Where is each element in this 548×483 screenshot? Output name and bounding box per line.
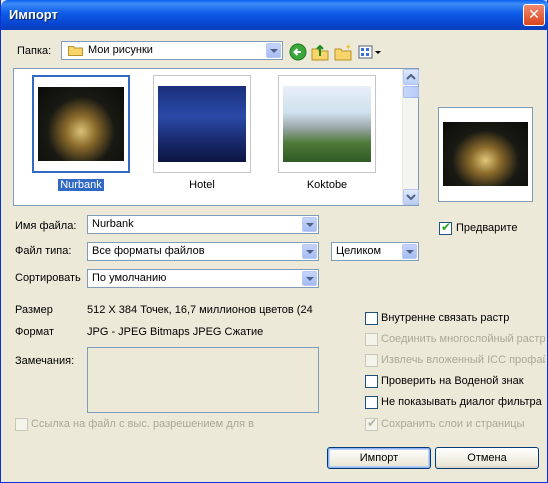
preview-checkbox[interactable]: ✔ xyxy=(439,220,452,235)
format-value: JPG - JPEG Bitmaps JPEG Сжатие xyxy=(87,326,264,338)
filename-field[interactable]: Nurbank xyxy=(87,215,319,234)
notes-field xyxy=(87,347,319,413)
thumbnail-image-hotel xyxy=(158,86,246,162)
chevron-up-icon xyxy=(406,73,416,80)
link-hires-checkbox xyxy=(15,418,28,431)
preview-image xyxy=(438,107,533,202)
option-checkbox-extract-icc xyxy=(365,354,378,367)
option-checkbox-link-raster[interactable] xyxy=(365,312,378,325)
thumbnail-label: Nurbank xyxy=(58,179,104,191)
whole-select[interactable]: Целиком xyxy=(331,242,419,261)
preview-checkbox-label: Предварите xyxy=(456,222,518,234)
thumbnail-scrollbar[interactable] xyxy=(402,69,419,205)
close-button[interactable]: ✕ xyxy=(523,4,545,26)
cancel-button[interactable]: Отмена xyxy=(435,447,539,469)
up-folder-icon[interactable] xyxy=(311,43,329,61)
sort-value: По умолчанию xyxy=(92,272,167,284)
sort-select[interactable]: По умолчанию xyxy=(87,269,319,288)
option-checkbox-merge-layers xyxy=(365,333,378,346)
filename-label: Имя файла: xyxy=(15,220,77,232)
scroll-down-button[interactable] xyxy=(403,189,419,205)
option-label: Проверить на Воденой знак xyxy=(381,375,524,387)
thumbnail-image-nurbank xyxy=(38,87,124,161)
thumbnail-image-koktobe xyxy=(283,86,371,162)
option-checkbox-hide-filter[interactable] xyxy=(365,396,378,409)
chevron-down-icon xyxy=(302,244,317,259)
option-checkbox-watermark[interactable] xyxy=(365,375,378,388)
thumbnail-item[interactable] xyxy=(153,75,251,173)
option-label: Извлечь вложенный ICC профайл xyxy=(381,354,545,366)
thumbnail-list[interactable]: Nurbank Hotel Koktobe xyxy=(13,68,419,206)
chevron-down-icon xyxy=(266,43,281,58)
folder-select[interactable]: Мои рисунки xyxy=(61,41,283,60)
import-button[interactable]: Импорт xyxy=(327,447,431,469)
size-value: 512 X 384 Точек, 16,7 миллионов цветов (… xyxy=(87,304,313,316)
filename-value: Nurbank xyxy=(92,218,134,230)
folder-icon xyxy=(68,45,83,56)
chevron-down-icon xyxy=(302,271,317,286)
size-label: Размер xyxy=(15,304,53,316)
preview-thumbnail xyxy=(443,122,528,186)
folder-value: Мои рисунки xyxy=(88,44,153,56)
thumbnail-item[interactable] xyxy=(278,75,376,173)
chevron-down-icon xyxy=(302,217,317,232)
notes-label: Замечания: xyxy=(15,355,75,367)
whole-value: Целиком xyxy=(336,245,382,257)
option-checkbox-save-layers: ✔ xyxy=(365,416,378,431)
folder-label: Папка: xyxy=(17,45,52,57)
thumbnail-label: Hotel xyxy=(189,179,215,191)
sort-label: Сортировать xyxy=(15,272,81,284)
filetype-select[interactable]: Все форматы файлов xyxy=(87,242,319,261)
thumbnail-label: Koktobe xyxy=(306,179,348,191)
back-arrow-icon[interactable] xyxy=(289,43,307,61)
view-menu-icon[interactable] xyxy=(357,43,383,61)
import-dialog: Импорт ✕ Папка: Мои рисунки Nurbank Hote… xyxy=(0,0,548,483)
chevron-down-icon xyxy=(402,244,417,259)
dialog-title: Импорт xyxy=(9,7,58,22)
scroll-up-button[interactable] xyxy=(403,69,419,85)
title-bar: Импорт ✕ xyxy=(1,0,548,30)
close-icon: ✕ xyxy=(528,6,540,22)
option-label: Соединить многослойный растр xyxy=(381,333,545,345)
new-folder-icon[interactable] xyxy=(334,43,352,61)
scroll-thumb[interactable] xyxy=(403,86,419,98)
link-hires-label: Ссылка на файл с выс. разрешением для в xyxy=(31,418,254,430)
filetype-label: Файл типа: xyxy=(15,245,72,257)
option-label: Не показывать диалог фильтра xyxy=(381,396,542,408)
chevron-down-icon xyxy=(406,194,416,201)
thumbnail-item[interactable] xyxy=(32,75,130,173)
filetype-value: Все форматы файлов xyxy=(92,245,205,257)
option-label: Внутренне связать растр xyxy=(381,312,510,324)
format-label: Формат xyxy=(15,326,55,338)
option-label: Сохранить слои и страницы xyxy=(381,418,525,430)
